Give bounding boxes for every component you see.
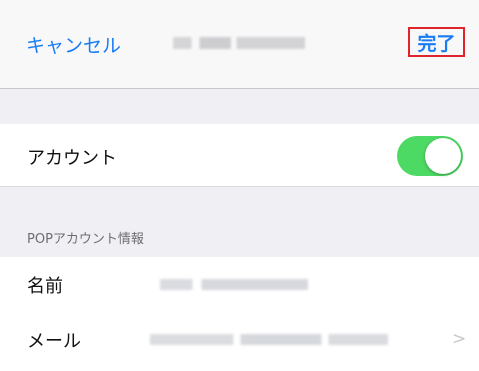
account-toggle[interactable] <box>397 136 463 176</box>
chevron-right-icon: > <box>452 329 467 349</box>
name-value-redacted <box>160 279 308 290</box>
nav-title-redacted <box>173 37 305 49</box>
done-label: 完了 <box>417 32 456 55</box>
name-label: 名前 <box>27 276 63 297</box>
account-label: アカウント <box>27 148 117 169</box>
mail-value-redacted <box>150 334 388 345</box>
mail-label: メール <box>27 331 81 352</box>
cancel-button[interactable]: キャンセル <box>26 31 121 58</box>
name-row[interactable]: 名前 <box>0 257 479 312</box>
toggle-knob <box>425 138 461 174</box>
done-button[interactable]: 完了 <box>408 27 465 57</box>
mail-row[interactable]: メール <box>0 311 479 371</box>
pop-section-header: POPアカウント情報 <box>27 232 144 247</box>
navigation-bar: キャンセル 完了 <box>0 0 479 89</box>
account-row: アカウント <box>0 124 479 187</box>
